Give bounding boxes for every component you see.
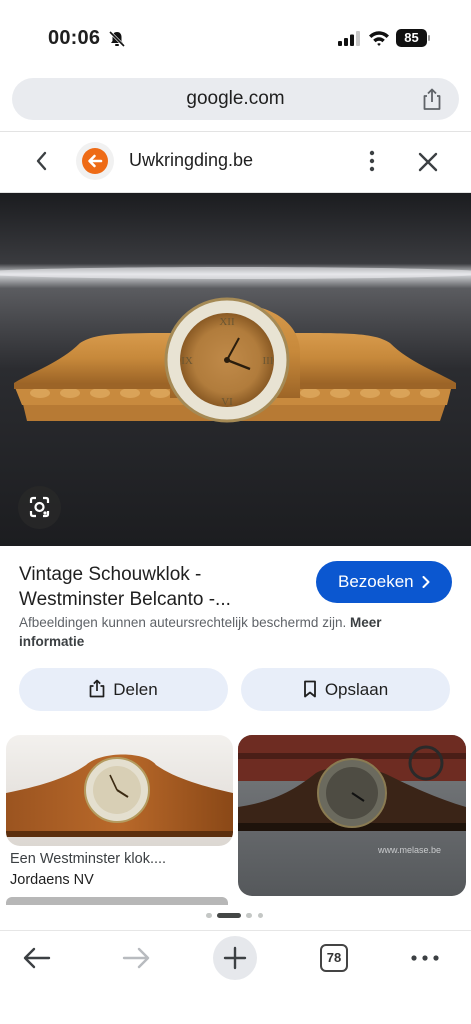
lens-icon — [29, 496, 50, 518]
address-bar[interactable]: google.com — [12, 78, 459, 120]
svg-text:IX: IX — [181, 355, 193, 367]
back-arrow-icon[interactable] — [22, 946, 52, 970]
site-favicon — [76, 142, 114, 180]
battery-indicator: 85 — [396, 29, 430, 47]
share-icon — [89, 679, 105, 698]
related-source[interactable]: Jordaens NV — [10, 870, 94, 891]
share-icon[interactable] — [421, 87, 443, 111]
more-horiz-icon[interactable] — [410, 953, 440, 963]
close-icon[interactable] — [417, 151, 439, 173]
result-title-line2: Westminster Belcanto -... — [19, 589, 231, 610]
save-label: Opslaan — [324, 680, 389, 699]
copyright-notice: Afbeeldingen kunnen auteursrechtelijk be… — [19, 613, 439, 651]
share-button[interactable]: Delen — [19, 668, 228, 711]
forward-arrow-icon[interactable] — [121, 946, 151, 970]
signal-icon — [338, 31, 360, 46]
save-button[interactable]: Opslaan — [241, 668, 450, 711]
back-chevron-icon[interactable] — [30, 148, 54, 174]
copyright-text: Afbeeldingen kunnen auteursrechtelijk be… — [19, 615, 347, 630]
wifi-icon — [369, 31, 389, 46]
pager-dot-active — [217, 913, 241, 918]
url-text[interactable]: google.com — [12, 78, 459, 120]
svg-text:XII: XII — [219, 316, 235, 328]
favicon-icon — [88, 154, 103, 168]
visit-label: Bezoeken — [338, 572, 414, 591]
pager-dot — [206, 913, 212, 918]
related-image-1[interactable] — [6, 735, 233, 846]
svg-text:III: III — [263, 355, 274, 367]
related-image-2[interactable]: www.melase.be — [238, 735, 466, 896]
result-title[interactable]: Vintage Schouwklok - Westminster Belcant… — [19, 562, 309, 612]
watermark: www.melase.be — [377, 845, 441, 855]
bell-muted-icon — [108, 30, 126, 48]
tab-switcher-button[interactable]: 78 — [320, 944, 348, 972]
divider — [0, 131, 471, 132]
result-title-line1: Vintage Schouwklok - — [19, 564, 202, 585]
lens-button[interactable] — [18, 486, 61, 529]
chevron-right-icon — [422, 576, 430, 588]
main-image[interactable]: XII VI IX III — [0, 193, 471, 546]
svg-text:VI: VI — [221, 396, 233, 408]
bookmark-icon — [303, 680, 316, 698]
share-label: Delen — [113, 680, 158, 699]
related-caption[interactable]: Een Westminster klok.... — [10, 849, 166, 870]
related-image-3-preview[interactable] — [6, 897, 228, 905]
new-tab-button[interactable] — [213, 936, 257, 980]
battery-level: 85 — [396, 29, 427, 47]
more-vert-icon[interactable] — [362, 150, 382, 172]
pager-dot — [246, 913, 252, 918]
pager-dot — [258, 913, 263, 918]
plus-icon — [223, 946, 247, 970]
status-bar: 00:06 85 — [0, 0, 471, 76]
status-time: 00:06 — [48, 27, 101, 49]
site-name[interactable]: Uwkringding.be — [129, 150, 253, 171]
visit-button[interactable]: Bezoeken — [316, 561, 452, 603]
